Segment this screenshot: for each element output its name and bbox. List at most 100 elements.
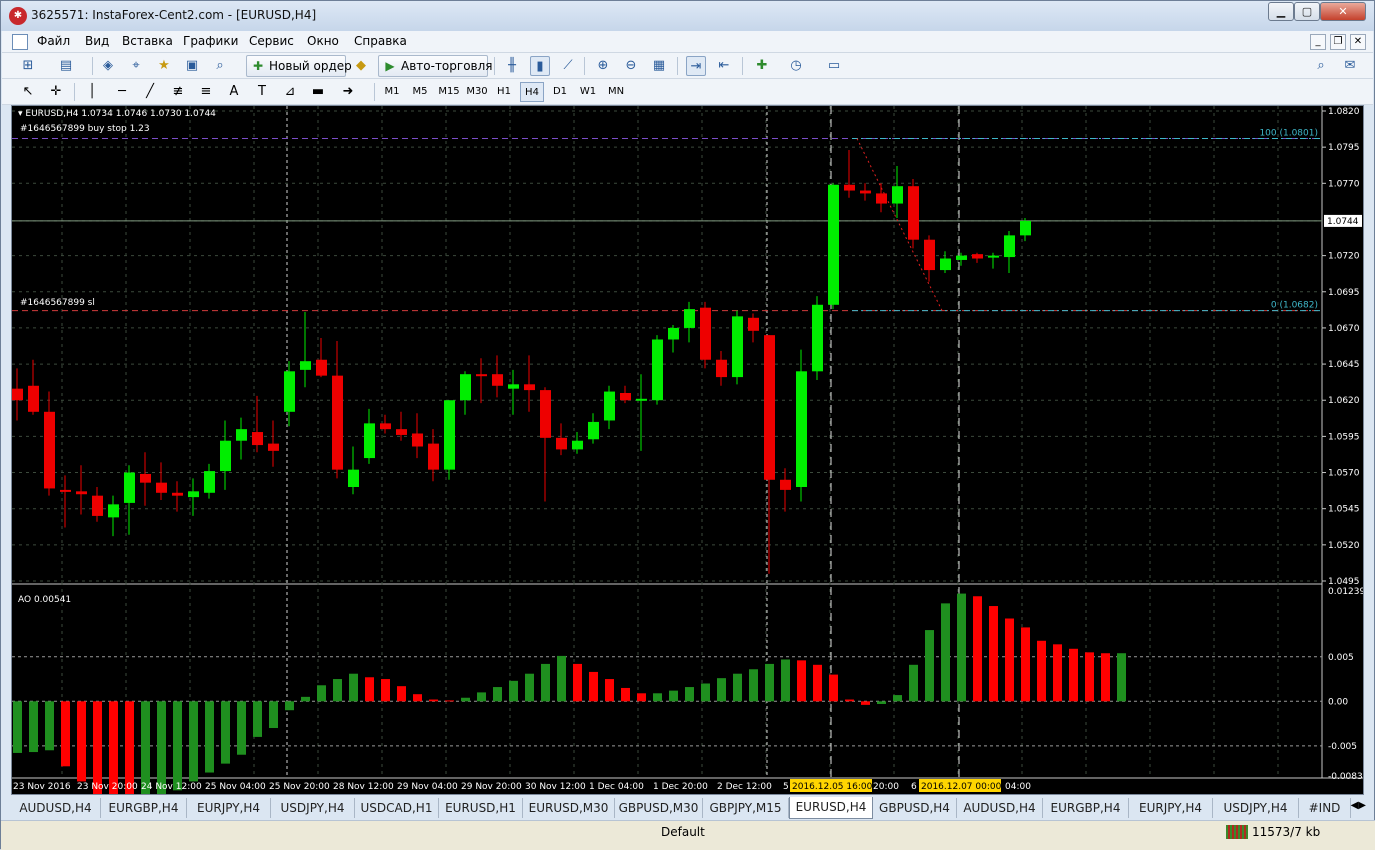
bar-chart-icon[interactable]: ╫ bbox=[502, 56, 522, 76]
rectangle-icon[interactable]: ▬ bbox=[308, 82, 328, 102]
timeframe-m1[interactable]: M1 bbox=[380, 82, 404, 102]
tab-audusd-h4[interactable]: AUDUSD,H4 bbox=[957, 798, 1043, 818]
menu-charts[interactable]: Графики bbox=[183, 34, 238, 48]
candle-body bbox=[444, 400, 455, 470]
terminal-icon[interactable]: ▣ bbox=[182, 56, 202, 76]
price-tick-label: 1.0695 bbox=[1328, 288, 1360, 298]
tab-usdjpy-h4[interactable]: USDJPY,H4 bbox=[271, 798, 355, 818]
tab-eurjpy-h4[interactable]: EURJPY,H4 bbox=[1129, 798, 1213, 818]
toolbar-separator bbox=[92, 57, 93, 75]
ao-bar bbox=[1005, 618, 1014, 702]
tab-eurgbp-h4[interactable]: EURGBP,H4 bbox=[1043, 798, 1129, 818]
toolbar-separator bbox=[494, 57, 495, 75]
line-chart-icon[interactable]: ⟋ bbox=[558, 56, 578, 76]
vertical-line-icon[interactable]: │ bbox=[82, 82, 102, 102]
candle-body bbox=[492, 374, 503, 386]
crosshair-icon[interactable]: ✛ bbox=[46, 82, 66, 102]
menu-help[interactable]: Справка bbox=[354, 34, 407, 48]
fibonacci-icon[interactable]: ≡ bbox=[196, 82, 216, 102]
zoom-in-icon[interactable]: ⊕ bbox=[593, 56, 613, 76]
templates-icon[interactable]: ▭ bbox=[824, 56, 844, 76]
tab-audusd-h4[interactable]: AUDUSD,H4 bbox=[11, 798, 101, 818]
menu-view[interactable]: Вид bbox=[85, 34, 109, 48]
candle-body bbox=[364, 423, 375, 459]
price-tick-label: 1.0720 bbox=[1328, 252, 1360, 262]
timeframe-d1[interactable]: D1 bbox=[548, 82, 572, 102]
text-tool-icon[interactable]: A bbox=[224, 82, 244, 102]
fibo-fan-icon[interactable]: ⊿ bbox=[280, 82, 300, 102]
data-window-icon[interactable]: ⌖ bbox=[126, 56, 146, 76]
chart-window[interactable]: ▾ EURUSD,H4 1.0734 1.0746 1.0730 1.0744 #… bbox=[11, 105, 1364, 795]
candlestick-chart-icon[interactable]: ▮ bbox=[530, 56, 550, 76]
mdi-minimize-icon[interactable]: _ bbox=[1310, 34, 1326, 50]
tab-usdjpy-h4[interactable]: USDJPY,H4 bbox=[1213, 798, 1299, 818]
auto-scroll-icon[interactable]: ⇥ bbox=[686, 56, 706, 76]
market-watch-icon[interactable]: ◈ bbox=[98, 56, 118, 76]
tabs-scroll-arrows[interactable]: ◀▶ bbox=[1351, 800, 1366, 811]
maximize-button[interactable]: ▢ bbox=[1294, 2, 1320, 21]
equidistant-channel-icon[interactable]: ≢ bbox=[168, 82, 188, 102]
periods-icon[interactable]: ◷ bbox=[786, 56, 806, 76]
auto-trading-button[interactable]: ▶ Авто-торговля bbox=[378, 55, 493, 77]
indicators-icon[interactable]: ✚ bbox=[752, 56, 772, 76]
candle-body bbox=[316, 359, 327, 376]
tab-eurjpy-h4[interactable]: EURJPY,H4 bbox=[187, 798, 271, 818]
time-label: 1 Dec 04:00 bbox=[589, 782, 644, 792]
tab-ind[interactable]: #IND bbox=[1299, 798, 1351, 818]
ao-bar bbox=[605, 679, 614, 702]
auto-trading-icon: ▶ bbox=[385, 59, 395, 73]
menu-window[interactable]: Окно bbox=[307, 34, 339, 48]
candle-body bbox=[60, 489, 71, 492]
strategy-tester-icon[interactable]: ⌕ bbox=[210, 56, 230, 76]
ao-bar bbox=[925, 630, 934, 702]
text-label-icon[interactable]: T bbox=[252, 82, 272, 102]
price-tick-label: 1.0620 bbox=[1328, 396, 1360, 406]
time-label: 23 Nov 20:00 bbox=[77, 782, 138, 792]
minimize-button[interactable]: ▁ bbox=[1268, 2, 1294, 21]
navigator-icon[interactable]: ★ bbox=[154, 56, 174, 76]
ao-bar bbox=[1117, 653, 1126, 702]
new-chart-icon[interactable]: ⊞ bbox=[18, 56, 38, 76]
timeframe-m30[interactable]: M30 bbox=[464, 82, 490, 102]
chart-canvas[interactable]: ▾ EURUSD,H4 1.0734 1.0746 1.0730 1.0744 #… bbox=[12, 106, 1363, 794]
tile-windows-icon[interactable]: ▦ bbox=[649, 56, 669, 76]
mdi-close-icon[interactable]: ✕ bbox=[1350, 34, 1366, 50]
menu-file[interactable]: Файл bbox=[37, 34, 70, 48]
tab-gbpusd-m30[interactable]: GBPUSD,M30 bbox=[615, 798, 703, 818]
profiles-icon[interactable]: ▤ bbox=[56, 56, 76, 76]
tab-gbpjpy-m15[interactable]: GBPJPY,M15 bbox=[703, 798, 789, 818]
zoom-out-icon[interactable]: ⊖ bbox=[621, 56, 641, 76]
ao-bar bbox=[93, 701, 102, 794]
tab-eurgbp-h4[interactable]: EURGBP,H4 bbox=[101, 798, 187, 818]
timeframe-w1[interactable]: W1 bbox=[576, 82, 600, 102]
tab-eurusd-h4[interactable]: EURUSD,H4 bbox=[789, 797, 873, 819]
menu-tools[interactable]: Сервис bbox=[249, 34, 294, 48]
tab-eurusd-m30[interactable]: EURUSD,M30 bbox=[523, 798, 615, 818]
tab-usdcad-h1[interactable]: USDCAD,H1 bbox=[355, 798, 439, 818]
cursor-icon[interactable]: ↖ bbox=[18, 82, 38, 102]
chart-shift-icon[interactable]: ⇤ bbox=[714, 56, 734, 76]
chat-icon[interactable]: ✉ bbox=[1340, 56, 1360, 76]
timeframe-m5[interactable]: M5 bbox=[408, 82, 432, 102]
horizontal-line-icon[interactable]: ─ bbox=[112, 82, 132, 102]
chart-window-icon[interactable] bbox=[12, 34, 28, 50]
menu-insert[interactable]: Вставка bbox=[122, 34, 173, 48]
tab-eurusd-h1[interactable]: EURUSD,H1 bbox=[439, 798, 523, 818]
timeframe-m15[interactable]: M15 bbox=[436, 82, 462, 102]
candle-body bbox=[828, 184, 839, 305]
trend-line-icon[interactable]: ╱ bbox=[140, 82, 160, 102]
title-bar[interactable]: ✱ 3625571: InstaForex-Cent2.com - [EURUS… bbox=[1, 1, 1374, 31]
search-icon[interactable]: ⌕ bbox=[1311, 56, 1331, 76]
new-order-button[interactable]: ✚ Новый ордер bbox=[246, 55, 352, 77]
mdi-restore-icon[interactable]: ❐ bbox=[1330, 34, 1346, 50]
candle-body bbox=[956, 255, 967, 260]
arrows-icon[interactable]: ➜ bbox=[338, 82, 358, 102]
metaeditor-icon[interactable]: ◆ bbox=[351, 56, 371, 76]
tab-gbpusd-h4[interactable]: GBPUSD,H4 bbox=[873, 798, 957, 818]
candle-body bbox=[268, 443, 279, 451]
close-button[interactable]: ✕ bbox=[1320, 2, 1366, 21]
time-label-highlight: 2016.12.07 00:00 bbox=[921, 782, 1002, 792]
timeframe-h1[interactable]: H1 bbox=[492, 82, 516, 102]
timeframe-h4[interactable]: H4 bbox=[520, 82, 544, 102]
timeframe-mn[interactable]: MN bbox=[604, 82, 628, 102]
